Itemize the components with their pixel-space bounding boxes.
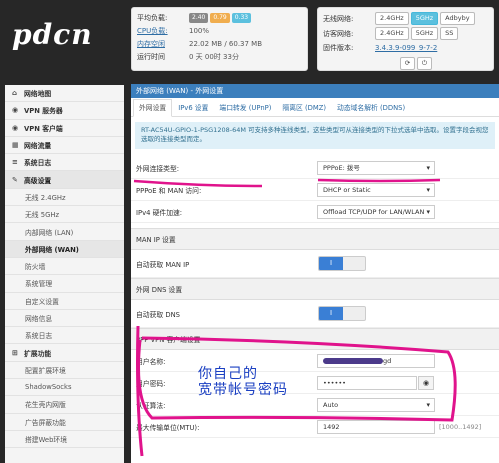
- highlight-loop: [137, 336, 457, 422]
- underline-mark: [317, 178, 441, 183]
- annotation-line-1: 你自己的: [198, 366, 258, 382]
- underline-mark: [133, 179, 263, 188]
- annotation-line-2: 宽带帐号密码: [198, 382, 288, 398]
- annotation-note: 你自己的 宽带帐号密码: [198, 366, 288, 398]
